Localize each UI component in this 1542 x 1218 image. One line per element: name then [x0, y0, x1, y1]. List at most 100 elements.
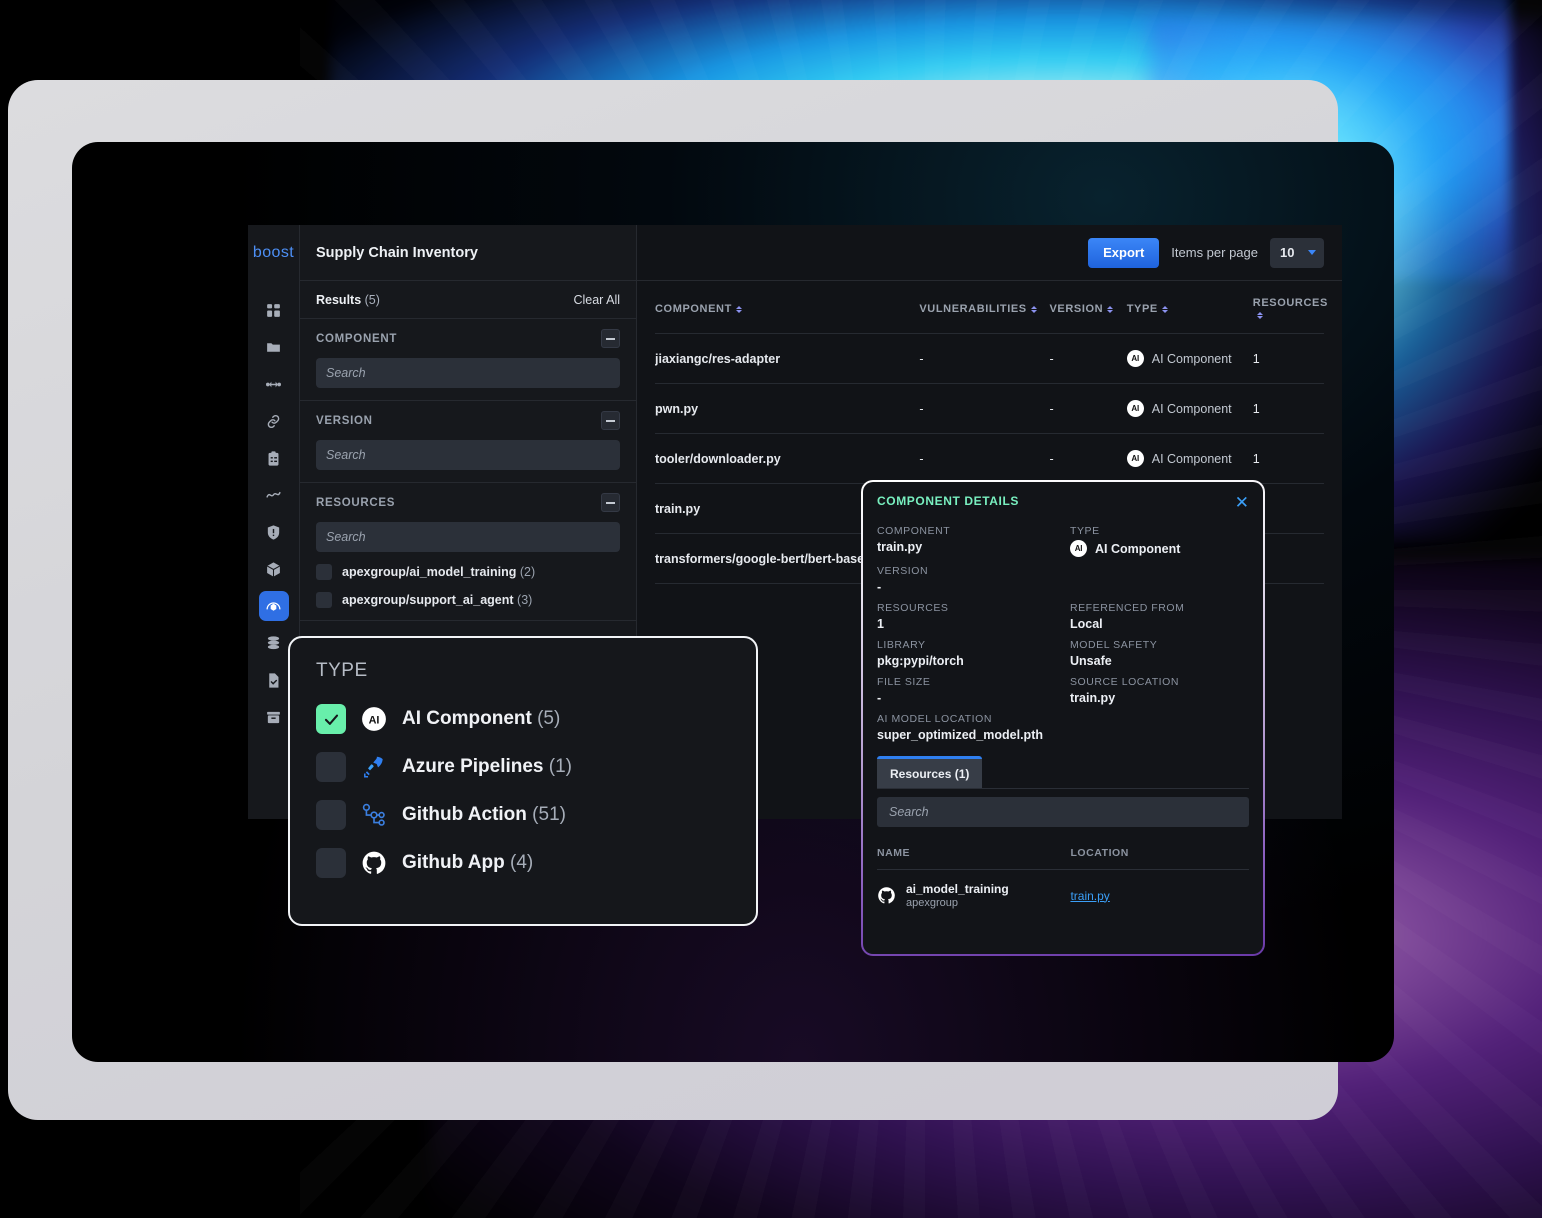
facet-resources-option[interactable]: apexgroup/ai_model_training (2) [316, 564, 620, 580]
field-ai-model-location: AI MODEL LOCATION super_optimized_model.… [877, 713, 1249, 742]
component-details-fields: COMPONENT train.py TYPE AI AI Component … [877, 525, 1249, 750]
chevron-down-icon [1308, 250, 1316, 255]
items-per-page-select[interactable]: 10 [1270, 237, 1324, 268]
field-referenced-from: REFERENCED FROM Local [1070, 602, 1249, 631]
field-ai-model-location-value: super_optimized_model.pth [877, 728, 1043, 742]
clipboard-list-icon [265, 450, 282, 467]
ai-badge-icon: AI [361, 706, 387, 732]
facet-component-collapse-button[interactable] [601, 329, 620, 348]
export-button[interactable]: Export [1088, 237, 1160, 268]
svg-text:AI: AI [369, 714, 380, 726]
cell-vulnerabilities: - [919, 383, 1050, 434]
cell-resource-location: train.py [1070, 870, 1249, 922]
field-library-value: pkg:pypi/torch [877, 654, 964, 668]
facet-version-search-input[interactable] [316, 440, 620, 470]
sidebar-item-dashboard[interactable] [259, 295, 289, 325]
resource-location-link[interactable]: train.py [1070, 889, 1109, 903]
sidebar-item-security[interactable] [259, 517, 289, 547]
sidebar-item-archive[interactable] [259, 702, 289, 732]
field-model-safety: MODEL SAFETY Unsafe [1070, 639, 1249, 668]
sidebar-item-links[interactable] [259, 406, 289, 436]
column-header-version[interactable]: VERSION [1049, 281, 1127, 334]
clear-all-button[interactable]: Clear All [573, 293, 620, 307]
items-per-page-value: 10 [1280, 245, 1295, 260]
field-component: COMPONENT train.py [877, 525, 1056, 557]
type-option-label: Azure Pipelines [402, 756, 544, 777]
table-row[interactable]: tooler/downloader.py - - AI AI Component … [655, 433, 1324, 484]
field-library: LIBRARY pkg:pypi/torch [877, 639, 1056, 668]
component-details-title: COMPONENT DETAILS [877, 494, 1019, 508]
table-row[interactable]: pwn.py - - AI AI Component 1 [655, 383, 1324, 434]
results-number: (5) [364, 292, 380, 307]
type-option-label: Github Action [402, 804, 527, 825]
type-option-github-app[interactable]: Github App (4) [316, 848, 730, 878]
brand-logo-text: boost [252, 244, 295, 261]
checkbox-unchecked-icon[interactable] [316, 848, 346, 878]
type-option-azure-pipelines[interactable]: Azure Pipelines (1) [316, 752, 730, 782]
shield-alert-icon [265, 524, 282, 541]
type-option-count: (1) [548, 756, 573, 777]
link-chain-icon [265, 413, 282, 430]
field-referenced-from-key: REFERENCED FROM [1070, 602, 1185, 614]
field-resources: RESOURCES 1 [877, 602, 1056, 631]
minus-icon [606, 501, 615, 504]
cell-version: - [1049, 383, 1127, 434]
sidebar-item-policies[interactable] [259, 443, 289, 473]
checkbox-unchecked-icon[interactable] [316, 592, 332, 608]
resources-row[interactable]: ai_model_training apexgroup train.py [877, 870, 1249, 922]
field-model-safety-key: MODEL SAFETY [1070, 639, 1158, 651]
field-type-key: TYPE [1070, 525, 1100, 537]
facet-resources-search-input[interactable] [316, 522, 620, 552]
field-file-size-value: - [877, 691, 882, 705]
sidebar-item-integrations[interactable] [259, 369, 289, 399]
type-option-ai-component[interactable]: AI AI Component (5) [316, 704, 730, 734]
type-filter-popup: TYPE AI AI Component (5) Azure Pipelines… [288, 636, 758, 926]
facet-version-collapse-button[interactable] [601, 411, 620, 430]
close-icon[interactable]: ✕ [1235, 494, 1249, 511]
sidebar-item-databases[interactable] [259, 628, 289, 658]
resources-table: NAME LOCATION ai_model_training apexgrou… [877, 831, 1249, 921]
column-header-vulnerabilities[interactable]: VULNERABILITIES [919, 281, 1050, 334]
checkbox-checked-icon[interactable] [316, 704, 346, 734]
checkbox-unchecked-icon[interactable] [316, 800, 346, 830]
table-row[interactable]: jiaxiangc/res-adapter - - AI AI Component… [655, 333, 1324, 384]
type-filter-title: TYPE [316, 660, 368, 681]
ai-badge-icon: AI [1126, 350, 1144, 367]
facet-resources-option[interactable]: apexgroup/support_ai_agent (3) [316, 592, 620, 608]
type-option-count: (5) [537, 708, 561, 729]
checkbox-unchecked-icon[interactable] [316, 564, 332, 580]
analytics-line-icon [265, 487, 282, 504]
field-source-location-value: train.py [1070, 691, 1116, 705]
tabbar-rule [877, 788, 1249, 789]
sidebar-item-folders[interactable] [259, 332, 289, 362]
column-header-type[interactable]: TYPE [1126, 281, 1253, 334]
sidebar-item-analytics[interactable] [259, 480, 289, 510]
document-check-icon [265, 672, 282, 689]
checkbox-unchecked-icon[interactable] [316, 752, 346, 782]
brand-logo[interactable]: boost [248, 225, 299, 281]
field-model-safety-value: Unsafe [1070, 654, 1112, 668]
cell-resource-name: ai_model_training apexgroup [877, 870, 1070, 922]
field-file-size-key: FILE SIZE [877, 676, 931, 688]
facet-version: VERSION [300, 401, 636, 483]
type-option-github-action[interactable]: Github Action (51) [316, 800, 730, 830]
sidebar-item-packages[interactable] [259, 554, 289, 584]
bidirectional-arrows-icon [265, 376, 282, 393]
column-header-component[interactable]: COMPONENT [655, 281, 920, 334]
column-header-resources[interactable]: RESOURCES [1252, 281, 1327, 334]
results-bar: Results (5) Clear All [300, 281, 636, 319]
resources-search-input[interactable] [877, 797, 1249, 827]
cell-component: jiaxiangc/res-adapter [655, 333, 920, 384]
tab-resources[interactable]: Resources (1) [877, 756, 983, 788]
sort-icon [1161, 305, 1168, 313]
sidebar-item-supply-chain[interactable] [258, 591, 289, 621]
facet-resources-title: RESOURCES [316, 496, 396, 509]
sidebar-item-reports[interactable] [259, 665, 289, 695]
facet-resources-collapse-button[interactable] [601, 493, 620, 512]
cell-type: AI AI Component [1126, 333, 1253, 384]
cell-vulnerabilities: - [919, 433, 1050, 484]
cell-vulnerabilities: - [919, 333, 1050, 384]
facet-component-search-input[interactable] [316, 358, 620, 388]
supply-chain-globe-icon [265, 598, 282, 615]
sort-icon [1107, 305, 1114, 313]
